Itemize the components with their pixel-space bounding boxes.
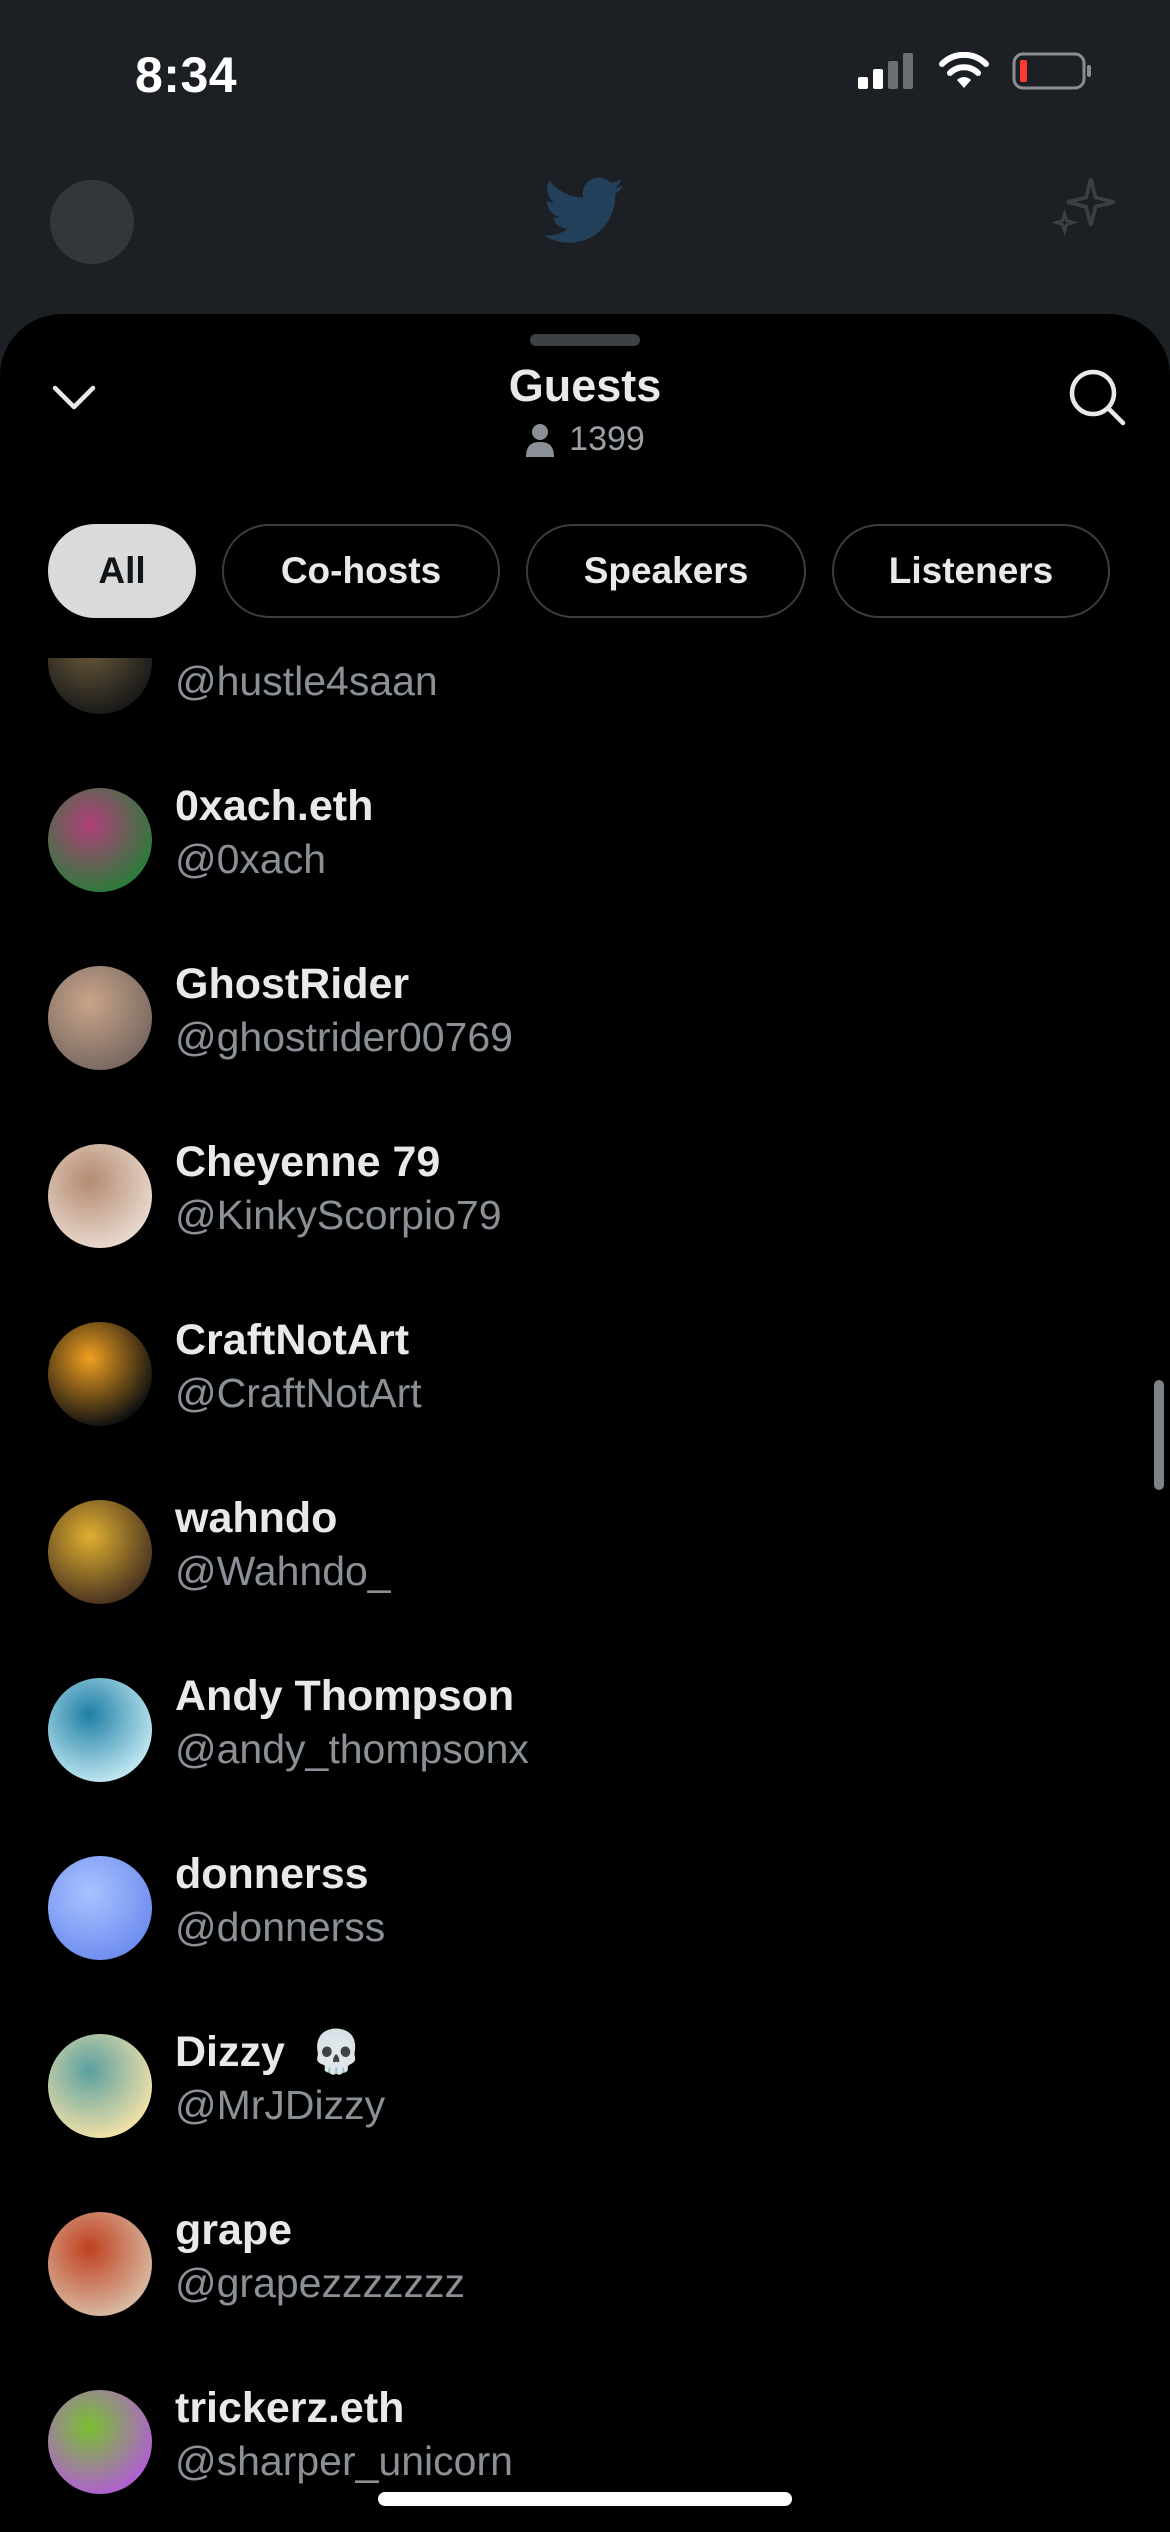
filter-co-hosts[interactable]: Co-hosts [222,524,500,618]
wifi-icon [939,52,989,88]
search-button[interactable] [1066,366,1128,428]
guest-handle: @andy_thompsonx [175,1726,529,1772]
home-indicator[interactable] [378,2492,792,2506]
sheet-drag-handle[interactable] [530,334,640,346]
guest-name: trickerz.eth [175,2384,405,2432]
filter-tabs: All Co-hosts Speakers Listeners [48,524,1110,618]
filter-all[interactable]: All [48,524,196,618]
twitter-bird-icon [543,177,624,243]
guest-name: GhostRider [175,960,410,1008]
guest-list: @hustle4saan 0xach.eth @0xach GhostRider @gh… [0,658,1170,2532]
avatar[interactable] [48,1500,152,1604]
avatar[interactable] [48,2212,152,2316]
guest-row[interactable]: @hustle4saan [0,658,1170,768]
status-bar: 8:34 [0,0,1170,150]
filter-speakers[interactable]: Speakers [526,524,806,618]
guest-name: CraftNotArt [175,1316,410,1364]
guest-row[interactable]: donnerss @donnerss [0,1836,1170,2014]
guest-handle: @grapezzzzzzz [175,2260,465,2306]
guest-handle: @Wahndo_ [175,1548,391,1594]
guest-handle: @0xach [175,836,327,882]
status-time: 8:34 [135,47,238,103]
guest-handle: @CraftNotArt [175,1370,422,1416]
avatar[interactable] [48,658,152,714]
guest-row[interactable]: wahndo @Wahndo_ [0,1480,1170,1658]
person-icon [526,423,555,457]
guest-row[interactable]: CraftNotArt @CraftNotArt [0,1302,1170,1480]
profile-avatar [50,180,134,264]
guest-count-value: 1399 [569,420,645,458]
background-header [0,150,1170,320]
guest-handle: @MrJDizzy [175,2082,386,2128]
avatar[interactable] [48,2034,152,2138]
sparkle-icon [1050,178,1115,237]
avatar[interactable] [48,1144,152,1248]
guest-name: Andy Thompson [175,1672,515,1720]
avatar[interactable] [48,788,152,892]
avatar[interactable] [48,2390,152,2494]
guest-name: grape [175,2206,293,2254]
guest-row[interactable]: Andy Thompson @andy_thompsonx [0,1658,1170,1836]
guest-name: Dizzy [175,2028,285,2076]
guest-row[interactable]: Dizzy 💀 @MrJDizzy [0,2014,1170,2192]
filter-listeners[interactable]: Listeners [832,524,1110,618]
battery-icon [1012,52,1091,90]
guest-row[interactable]: GhostRider @ghostrider00769 [0,946,1170,1124]
guest-handle: @sharper_unicorn [175,2438,513,2484]
guest-handle: @KinkyScorpio79 [175,1192,502,1238]
sheet-title: Guests [508,360,662,411]
guest-row[interactable]: Cheyenne 79 @KinkyScorpio79 [0,1124,1170,1302]
guest-name: 0xach.eth [175,782,374,830]
cellular-signal-icon [858,53,913,89]
guest-name: donnerss [175,1850,369,1898]
guest-row[interactable]: 0xach.eth @0xach [0,768,1170,946]
guest-name: Cheyenne 79 [175,1138,441,1186]
guest-handle: @donnerss [175,1904,386,1950]
avatar[interactable] [48,1322,152,1426]
guests-sheet: Guests 1399 All Co-hosts Speakers Listen… [0,314,1170,2532]
avatar[interactable] [48,966,152,1070]
avatar[interactable] [48,1856,152,1960]
guest-row[interactable]: trickerz.eth @sharper_unicorn [0,2370,1170,2532]
guest-handle: @hustle4saan [175,658,438,704]
guest-count: 1399 [0,420,1170,459]
search-icon [1069,369,1126,426]
scrollbar[interactable] [1154,1380,1164,1490]
status-icons [858,52,1092,90]
guest-handle: @ghostrider00769 [175,1014,513,1060]
avatar[interactable] [48,1678,152,1782]
guest-name: wahndo [175,1494,338,1542]
guest-row[interactable]: grape @grapezzzzzzz [0,2192,1170,2370]
skull-emoji: 💀 [310,2028,363,2075]
